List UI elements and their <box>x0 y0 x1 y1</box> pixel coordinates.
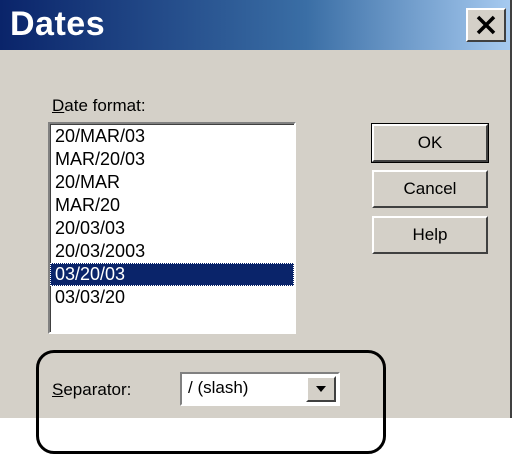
cancel-button[interactable]: Cancel <box>372 170 488 208</box>
list-item[interactable]: MAR/20/03 <box>50 148 294 171</box>
help-button[interactable]: Help <box>372 216 488 254</box>
date-format-listbox[interactable]: 20/MAR/03 MAR/20/03 20/MAR MAR/20 20/03/03 20… <box>48 122 296 334</box>
list-item[interactable]: 20/03/2003 <box>50 240 294 263</box>
title-bar[interactable]: Dates <box>0 0 510 50</box>
list-item[interactable]: 20/MAR/03 <box>50 125 294 148</box>
date-format-label: Date format: <box>52 96 146 115</box>
close-icon <box>476 15 496 35</box>
separator-highlight-outline <box>36 350 386 454</box>
close-button[interactable] <box>466 8 506 42</box>
list-item[interactable]: MAR/20 <box>50 194 294 217</box>
list-item[interactable]: 03/03/20 <box>50 286 294 309</box>
ok-button[interactable]: OK <box>371 123 489 163</box>
window-title: Dates <box>10 5 106 43</box>
list-item[interactable]: 20/03/03 <box>50 217 294 240</box>
list-item[interactable]: 03/20/03 <box>50 263 294 286</box>
list-item[interactable]: 20/MAR <box>50 171 294 194</box>
